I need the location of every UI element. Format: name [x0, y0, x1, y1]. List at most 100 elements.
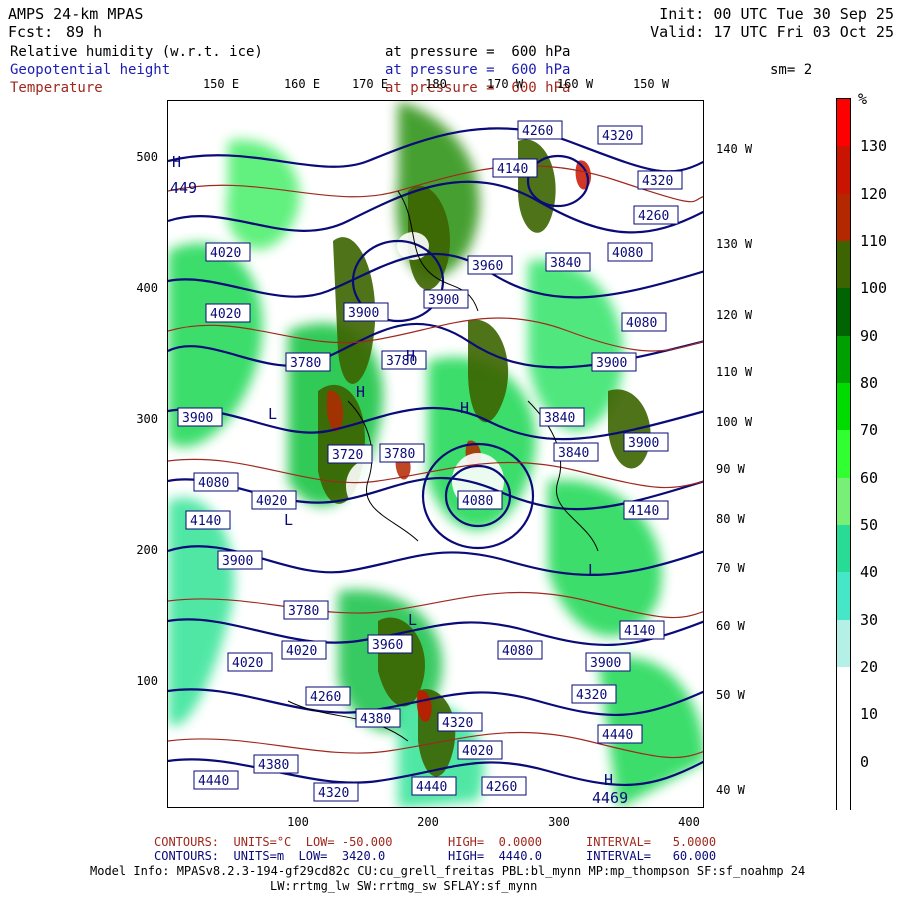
height-box: 3900 [591, 352, 637, 372]
height-box: 4320 [571, 684, 617, 704]
svg-text:3840: 3840 [544, 411, 575, 426]
svg-text:4320: 4320 [602, 129, 633, 144]
height-box: 4260 [305, 686, 351, 706]
lon-label-top: 180 [425, 77, 447, 91]
x-tick: 200 [417, 815, 439, 829]
height-box: 3780 [379, 443, 425, 463]
model-info: Model Info: MPASv8.2.3-194-gf29cd82c CU:… [90, 864, 806, 878]
svg-text:3960: 3960 [372, 638, 403, 653]
svg-text:3900: 3900 [428, 293, 459, 308]
lon-label-right: 90 W [716, 462, 745, 476]
colorbar-label: 90 [860, 326, 879, 345]
colorbar-unit: % [858, 90, 868, 108]
svg-text:4140: 4140 [624, 624, 655, 639]
svg-text:4440: 4440 [416, 780, 447, 795]
height-box: 3900 [423, 289, 469, 309]
colorbar-label: 110 [860, 232, 888, 250]
lon-label-top: 170 E [351, 77, 389, 91]
lon-label-right: 80 W [716, 512, 745, 526]
colorbar-segment [837, 619, 850, 668]
height-box: 4140 [623, 500, 669, 520]
svg-text:4320: 4320 [442, 716, 473, 731]
temp-contour-interval: INTERVAL= 5.0000 [586, 835, 717, 849]
height-box: 4380 [355, 708, 401, 728]
svg-text:4260: 4260 [310, 690, 341, 705]
height-box: 3780 [285, 352, 331, 372]
svg-text:3840: 3840 [550, 256, 581, 271]
height-box: 4140 [185, 510, 231, 530]
colorbar-label: 60 [860, 468, 879, 487]
field-temp-name: Temperature [10, 80, 103, 96]
colorbar-segment [837, 241, 850, 289]
height-box: 4440 [597, 724, 643, 744]
height-contour-high: HIGH= 4440.0 [448, 849, 542, 863]
colorbar-label: 100 [860, 279, 888, 298]
field-height-level: at pressure = 600 hPa [385, 62, 571, 78]
lon-label-right: 50 W [716, 688, 745, 702]
height-box: 3900 [585, 652, 631, 672]
height-box: 4080 [193, 472, 239, 492]
colorbar-segment [837, 430, 850, 479]
height-box: 4320 [437, 712, 483, 732]
height-box: 4380 [253, 754, 299, 774]
height-box: 3900 [343, 302, 389, 322]
colorbar-label: 40 [860, 563, 879, 582]
lon-label-right: 110 W [716, 365, 753, 379]
smoothing-label: sm= 2 [770, 62, 813, 78]
field-height-name: Geopotential height [10, 62, 171, 78]
height-box: 4080 [621, 312, 667, 332]
model-info-line2: LW:rrtmg_lw SW:rrtmg_sw SFLAY:sf_mynn [270, 879, 538, 893]
height-box: 3900 [623, 432, 669, 452]
svg-text:3900: 3900 [596, 356, 627, 371]
model-title: AMPS 24-km MPAS [8, 5, 144, 23]
height-box: 4080 [457, 490, 503, 510]
height-box: 4020 [205, 303, 251, 323]
map-canvas: 4260 4320 4140 4320 4260 4020 3960 3840 … [168, 101, 703, 807]
lon-label-top: 150 W [632, 77, 670, 91]
lon-label-right: 40 W [716, 783, 745, 797]
svg-text:4320: 4320 [642, 174, 673, 189]
height-box: 3900 [177, 407, 223, 427]
height-box: 3900 [217, 550, 263, 570]
height-box: 4080 [497, 640, 543, 660]
colorbar [836, 98, 851, 810]
svg-text:4020: 4020 [462, 744, 493, 759]
svg-text:4320: 4320 [576, 688, 607, 703]
y-tick: 200 [136, 543, 158, 557]
height-box: 3780 [283, 600, 329, 620]
valid-time: Valid: 17 UTC Fri 03 Oct 25 [650, 23, 894, 41]
y-tick: 400 [136, 281, 158, 295]
height-box: 4440 [411, 776, 457, 796]
height-box: 3840 [545, 252, 591, 272]
svg-text:4440: 4440 [602, 728, 633, 743]
svg-text:4260: 4260 [522, 124, 553, 139]
field-rh-name: Relative humidity (w.r.t. ice) [10, 44, 263, 60]
lon-label-right: 140 W [716, 142, 753, 156]
svg-text:3780: 3780 [290, 356, 321, 371]
lon-label-top: 160 E [283, 77, 321, 91]
height-box: 4320 [637, 170, 683, 190]
svg-text:3960: 3960 [472, 259, 503, 274]
svg-text:4020: 4020 [210, 246, 241, 261]
height-box: 4020 [281, 640, 327, 660]
y-tick: 500 [136, 150, 158, 164]
height-box: 4260 [517, 120, 563, 140]
lon-label-right: 60 W [716, 619, 745, 633]
y-tick: 300 [136, 412, 158, 426]
high-marker: H [604, 771, 613, 789]
height-box: 3960 [467, 255, 513, 275]
humidity-shading [168, 101, 703, 807]
colorbar-segment [837, 572, 850, 621]
svg-text:3840: 3840 [558, 446, 589, 461]
low-marker: L [268, 405, 277, 423]
height-box: 4020 [227, 652, 273, 672]
svg-text:3720: 3720 [332, 448, 363, 463]
svg-text:3780: 3780 [288, 604, 319, 619]
svg-text:4020: 4020 [210, 307, 241, 322]
field-temp-level: at pressure = 600 hPa [385, 80, 571, 96]
forecast-label: Fcst: [8, 23, 54, 41]
colorbar-segment [837, 667, 850, 715]
map-panel: 4260 4320 4140 4320 4260 4020 3960 3840 … [167, 100, 704, 808]
x-tick: 400 [678, 815, 700, 829]
colorbar-label: 0 [860, 752, 870, 771]
